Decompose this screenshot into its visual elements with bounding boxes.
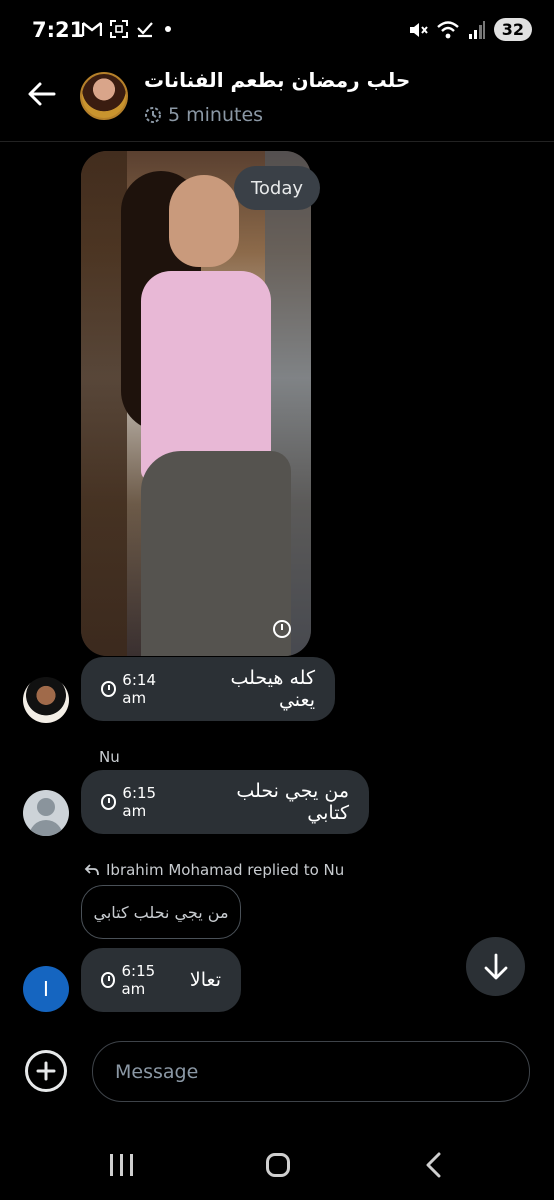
status-bar: 7:21 32	[0, 0, 554, 64]
gmail-icon	[82, 22, 102, 36]
message-time: 6:15 am	[121, 962, 156, 998]
sender-name: Nu	[99, 748, 120, 766]
recents-icon[interactable]	[110, 1154, 133, 1176]
system-navbar	[0, 1130, 554, 1200]
photo-shirt	[141, 271, 271, 481]
wifi-icon	[436, 20, 459, 38]
signal-icon	[468, 20, 485, 39]
message-time: 6:15 am	[122, 784, 157, 820]
mute-icon	[409, 22, 428, 37]
timer-icon	[273, 620, 291, 638]
screenshot-icon	[110, 20, 128, 38]
disappearing-timer: 5 minutes	[144, 104, 263, 126]
conversation-title[interactable]: حلب رمضان بطعم الفنانات	[144, 68, 410, 92]
letter-avatar[interactable]: I	[23, 966, 69, 1012]
message-text: كله هيحلب يعني	[230, 667, 315, 711]
message-bubble[interactable]: تعالا 6:15 am	[81, 948, 241, 1012]
home-icon[interactable]	[266, 1153, 290, 1177]
message-meta: 6:15 am	[101, 962, 176, 998]
conversation-header: حلب رمضان بطعم الفنانات 5 minutes	[0, 64, 554, 142]
message-text: من يجي نحلب كتابي	[236, 780, 349, 824]
message-meta: 6:14 am	[101, 671, 181, 707]
nav-back-icon[interactable]	[424, 1152, 442, 1178]
photo-pants	[141, 451, 291, 656]
group-avatar[interactable]	[80, 72, 128, 120]
message-bubble[interactable]: كله هيحلب يعني 6:14 am	[81, 657, 335, 721]
dot-icon	[165, 26, 171, 32]
message-bubble[interactable]: من يجي نحلب كتابي 6:15 am	[81, 770, 369, 834]
clock-icon	[101, 681, 117, 697]
check-icon	[137, 22, 153, 38]
message-input[interactable]	[92, 1041, 530, 1102]
reply-icon	[84, 864, 99, 876]
default-avatar[interactable]	[23, 790, 69, 836]
arrow-down-icon	[484, 953, 507, 979]
message-text: تعالا	[189, 969, 221, 991]
back-arrow-icon[interactable]	[24, 76, 60, 112]
quoted-message[interactable]: من يجي نحلب كتابي	[81, 885, 241, 939]
clock-icon	[101, 972, 116, 988]
plus-icon	[36, 1061, 56, 1081]
photo-message[interactable]	[81, 151, 311, 656]
scroll-to-bottom-button[interactable]	[466, 937, 525, 996]
add-media-button[interactable]	[25, 1050, 67, 1092]
system-icons: 32	[408, 18, 532, 41]
reply-label-text: Ibrahim Mohamad replied to Nu	[106, 861, 345, 879]
reply-label: Ibrahim Mohamad replied to Nu	[84, 861, 344, 879]
timer-label: 5 minutes	[168, 104, 264, 126]
sender-avatar[interactable]	[23, 677, 69, 723]
clock-icon	[101, 794, 117, 810]
battery-icon: 32	[493, 18, 532, 41]
date-chip: Today	[234, 166, 320, 210]
notification-icons	[82, 20, 174, 38]
photo-face	[169, 175, 239, 267]
message-meta: 6:15 am	[101, 784, 182, 820]
history-icon	[145, 107, 161, 123]
status-time: 7:21	[32, 18, 85, 42]
message-time: 6:14 am	[122, 671, 156, 707]
